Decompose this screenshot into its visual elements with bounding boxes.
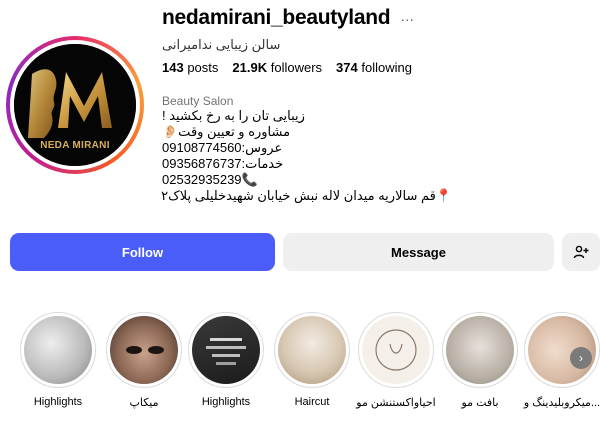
- highlight-cover: [274, 312, 350, 388]
- highlight-label: Highlights: [201, 396, 251, 408]
- following-stat[interactable]: 374 following: [336, 60, 412, 75]
- highlight-thumbnail: [446, 316, 514, 384]
- highlight-label: احیاواکستنشن مو: [356, 397, 436, 409]
- highlight-thumbnail: [362, 316, 430, 384]
- profile-stats: 143 posts 21.9K followers 374 following: [162, 60, 412, 75]
- posts-label: posts: [187, 60, 219, 75]
- highlight-item[interactable]: Highlights: [186, 312, 266, 408]
- bio-address-line: 📍قم سالاریه میدان لاله نبش خیابان شهیدخل…: [161, 188, 452, 203]
- highlight-thumbnail: [192, 316, 260, 384]
- highlight-cover: [358, 312, 434, 388]
- followers-stat[interactable]: 21.9K followers: [232, 60, 322, 75]
- followers-label: followers: [270, 60, 323, 75]
- follow-button[interactable]: Follow: [10, 233, 275, 271]
- posts-count: 143: [162, 60, 184, 75]
- bio-phone-line: عروس:09108774560: [162, 140, 283, 155]
- text-lines-icon: [206, 338, 246, 365]
- bio-phone-line: خدمات:09356876737: [162, 156, 284, 171]
- suggested-accounts-button[interactable]: [562, 233, 600, 271]
- message-button[interactable]: Message: [283, 233, 554, 271]
- highlight-item[interactable]: Haircut: [272, 312, 352, 408]
- highlight-label: میکاپ: [129, 397, 159, 409]
- full-name: سالن زیبایی ندامیرانی: [162, 37, 281, 52]
- profile-bio: زیبایی تان را به رخ بکشید ! مشاوره و تعی…: [161, 108, 452, 204]
- highlight-cover: [20, 312, 96, 388]
- avatar-brand-text: NEDA MIRANI: [40, 140, 110, 151]
- profile-avatar[interactable]: NEDA MIRANI: [6, 36, 144, 174]
- highlight-cover: [442, 312, 518, 388]
- chevron-right-icon[interactable]: ›: [570, 347, 592, 369]
- bio-line: زیبایی تان را به رخ بکشید !: [162, 108, 305, 123]
- highlight-label: میکروبلیدینگ و...: [523, 397, 600, 409]
- highlight-cover: [188, 312, 264, 388]
- avatar-image: NEDA MIRANI: [14, 44, 136, 166]
- highlight-thumbnail: [278, 316, 346, 384]
- face-line-art-icon: [375, 329, 417, 371]
- posts-stat: 143 posts: [162, 60, 218, 75]
- highlight-label: بافت مو: [461, 397, 499, 409]
- bio-phone-line: 02532935239📞: [162, 172, 258, 187]
- username-row: nedamirani_beautyland …: [162, 6, 415, 30]
- following-count: 374: [336, 60, 358, 75]
- following-label: following: [361, 60, 412, 75]
- username: nedamirani_beautyland: [162, 6, 391, 29]
- more-options-icon[interactable]: …: [400, 8, 415, 24]
- highlight-label: Highlights: [33, 396, 83, 408]
- followers-count: 21.9K: [232, 60, 268, 75]
- highlight-label: Haircut: [294, 396, 330, 408]
- highlight-thumbnail: [110, 316, 178, 384]
- avatar-ring-gap: NEDA MIRANI: [10, 40, 140, 170]
- profile-category: Beauty Salon: [162, 94, 234, 108]
- highlight-item[interactable]: Highlights: [18, 312, 98, 408]
- bio-line: مشاوره و تعیین وقت👂🏻: [162, 124, 291, 139]
- highlight-thumbnail: [24, 316, 92, 384]
- eye-makeup-icon: [126, 346, 164, 354]
- highlight-item[interactable]: میکاپ: [104, 312, 184, 409]
- add-person-icon: [573, 245, 589, 259]
- highlight-item[interactable]: احیاواکستنشن مو: [356, 312, 436, 409]
- highlight-cover: [106, 312, 182, 388]
- highlight-item[interactable]: بافت مو: [440, 312, 520, 409]
